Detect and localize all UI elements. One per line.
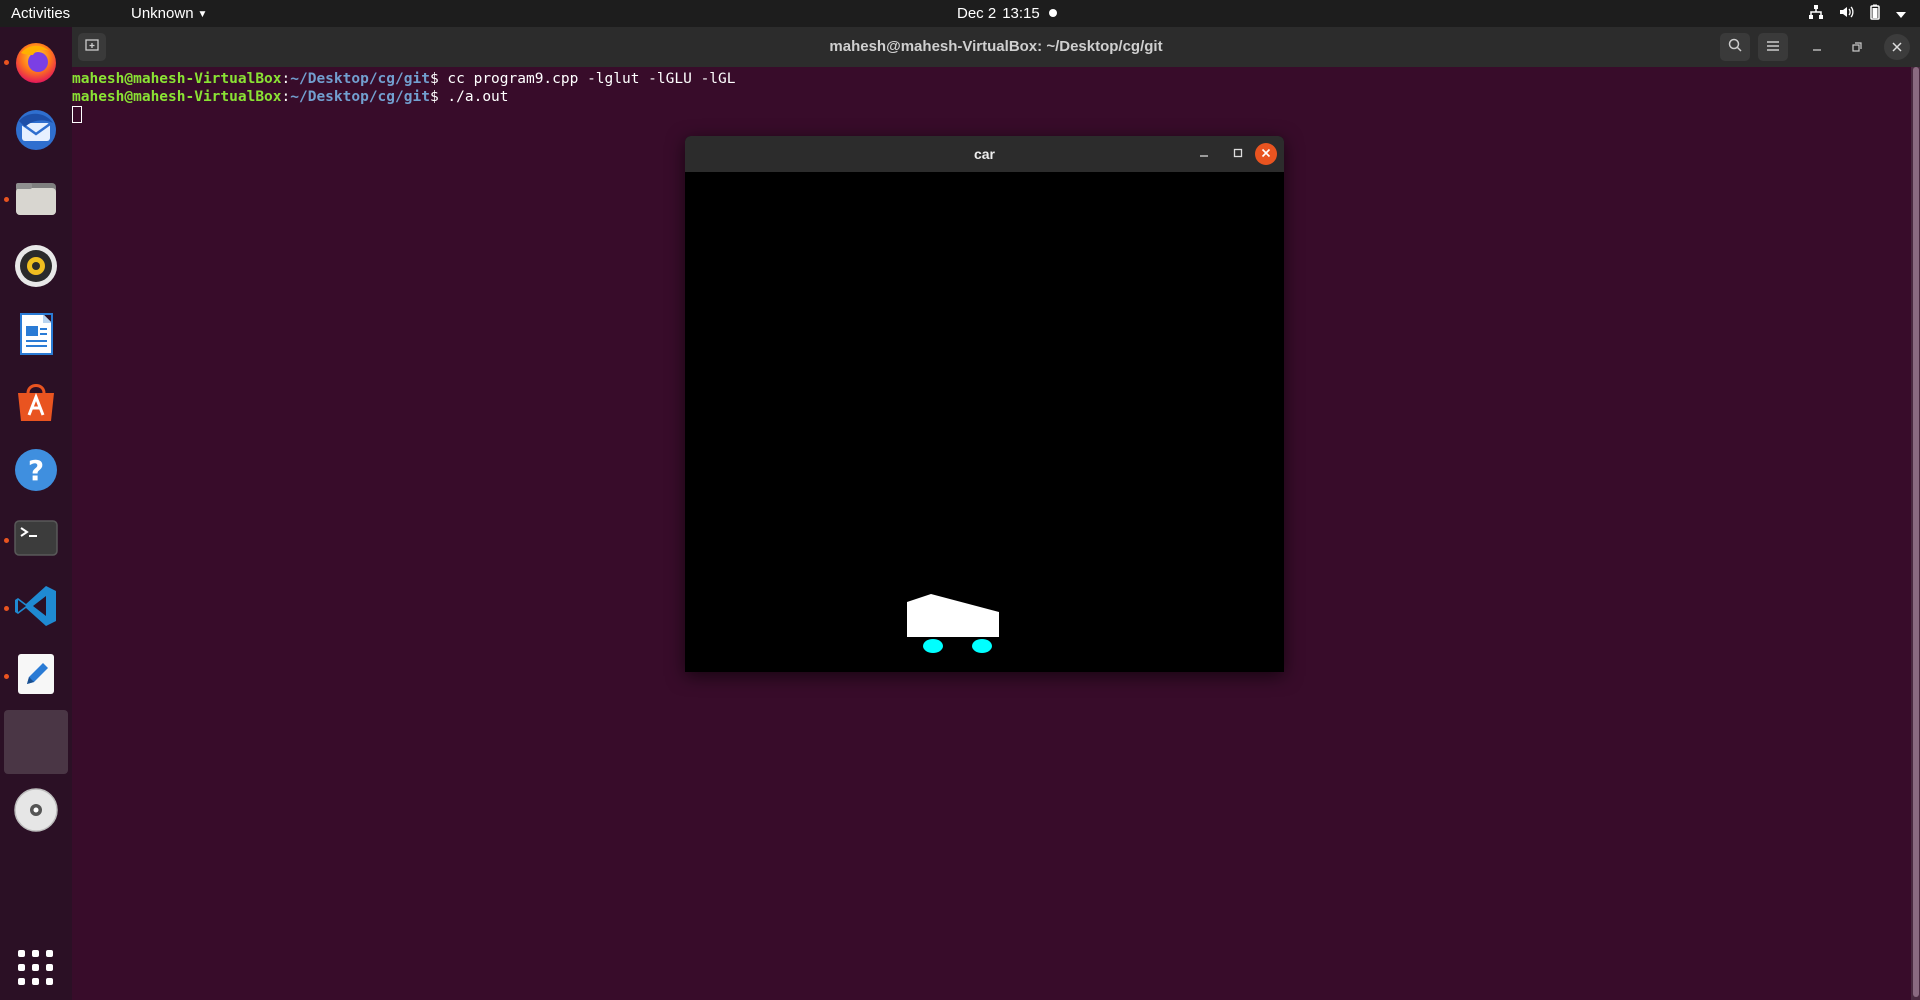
firefox-icon: [16, 43, 56, 83]
top-bar: Activities Unknown ▼ Dec 2 13:15: [0, 0, 1920, 27]
close-icon: [1261, 148, 1271, 158]
libreoffice-writer-icon: [20, 313, 53, 355]
dock-item-firefox[interactable]: [8, 34, 64, 90]
prompt-path: ~/Desktop/cg/git: [290, 71, 430, 87]
close-button[interactable]: [1884, 34, 1910, 60]
hamburger-menu-icon: [1767, 41, 1779, 51]
grid-dot-icon: [18, 978, 25, 985]
dvd-icon: [14, 788, 58, 832]
terminal-header-bar[interactable]: mahesh@mahesh-VirtualBox: ~/Desktop/cg/g…: [72, 27, 1920, 67]
prompt-user: mahesh@mahesh-VirtualBox: [72, 71, 282, 87]
command-text: cc program9.cpp -lglut -lGLU -lGL: [438, 71, 736, 87]
car-rear-wheel: [923, 639, 943, 653]
car-window-header[interactable]: car: [685, 136, 1284, 172]
dock-item-help[interactable]: ?: [8, 442, 64, 498]
car-body: [907, 594, 999, 637]
scrollbar-thumb[interactable]: [1913, 67, 1919, 997]
clock[interactable]: Dec 2 13:15: [957, 5, 1040, 22]
search-icon: [1728, 38, 1742, 52]
dock-item-files[interactable]: [8, 170, 64, 226]
prompt-user: mahesh@mahesh-VirtualBox: [72, 89, 282, 105]
chevron-down-icon: ▼: [197, 9, 208, 20]
files-icon: [16, 183, 56, 215]
help-icon: ?: [15, 449, 57, 491]
car-drawing: [907, 594, 999, 653]
network-icon: [1808, 4, 1824, 24]
system-menu-chevron-icon: [1896, 6, 1906, 23]
dock-item-software[interactable]: [8, 374, 64, 430]
terminal-icon: [14, 520, 58, 556]
dock-item-rhythmbox[interactable]: [8, 238, 64, 294]
grid-dot-icon: [32, 950, 39, 957]
thunderbird-icon: [16, 110, 56, 150]
clock-date: Dec 2: [957, 5, 997, 22]
dock-item-writer[interactable]: [8, 306, 64, 362]
grid-dot-icon: [18, 964, 25, 971]
grid-dot-icon: [46, 978, 53, 985]
command-text: ./a.out: [438, 89, 509, 105]
close-icon: [1892, 42, 1902, 52]
car-window: car: [685, 136, 1284, 672]
terminal-title: mahesh@mahesh-VirtualBox: ~/Desktop/cg/g…: [829, 38, 1163, 55]
show-applications-button[interactable]: [18, 950, 54, 986]
car-canvas[interactable]: [685, 172, 1284, 672]
car-minimize-button[interactable]: [1193, 143, 1215, 165]
grid-dot-icon: [32, 978, 39, 985]
car-close-button[interactable]: [1255, 143, 1277, 165]
app-menu[interactable]: Unknown ▼: [131, 5, 207, 22]
dock-item-text-editor[interactable]: [8, 646, 64, 702]
car-front-wheel: [972, 639, 992, 653]
grid-dot-icon: [18, 950, 25, 957]
prompt-path: ~/Desktop/cg/git: [290, 89, 430, 105]
minimize-button[interactable]: [1804, 34, 1830, 60]
text-editor-icon: [18, 654, 54, 694]
terminal-line: mahesh@mahesh-VirtualBox:~/Desktop/cg/gi…: [72, 89, 509, 105]
minimize-icon: [1200, 155, 1208, 157]
restore-button[interactable]: [1844, 34, 1870, 60]
grid-dot-icon: [32, 964, 39, 971]
system-tray[interactable]: [1808, 4, 1906, 24]
minimize-icon: [1813, 49, 1821, 51]
dock-item-dvd[interactable]: [8, 782, 64, 838]
vscode-icon: [15, 586, 56, 626]
grid-dot-icon: [46, 964, 53, 971]
notification-dot-icon: [1049, 9, 1057, 17]
dock-item-thunderbird[interactable]: [8, 102, 64, 158]
menu-button[interactable]: [1758, 33, 1788, 61]
app-menu-label: Unknown: [131, 5, 194, 22]
dock-item-vscode[interactable]: [8, 578, 64, 634]
dock-item-terminal[interactable]: [8, 510, 64, 566]
terminal-scrollbar[interactable]: [1911, 67, 1920, 1000]
maximize-icon: [1233, 148, 1243, 158]
search-button[interactable]: [1720, 33, 1750, 61]
terminal-output[interactable]: mahesh@mahesh-VirtualBox:~/Desktop/cg/gi…: [72, 70, 1910, 124]
terminal-cursor: [72, 106, 82, 123]
rhythmbox-icon: [15, 245, 57, 287]
dock: ?: [0, 27, 72, 1000]
restore-icon: [1852, 42, 1862, 52]
svg-text:?: ?: [28, 454, 44, 487]
volume-icon: [1838, 4, 1854, 24]
terminal-line: [72, 106, 1910, 124]
grid-dot-icon: [46, 950, 53, 957]
car-maximize-button[interactable]: [1227, 143, 1249, 165]
terminal-line: mahesh@mahesh-VirtualBox:~/Desktop/cg/gi…: [72, 71, 736, 87]
clock-time: 13:15: [1002, 5, 1040, 22]
battery-icon: [1868, 4, 1882, 24]
dock-item-active-window[interactable]: [4, 710, 68, 774]
software-center-icon: [18, 384, 54, 421]
activities-button[interactable]: Activities: [11, 5, 70, 22]
